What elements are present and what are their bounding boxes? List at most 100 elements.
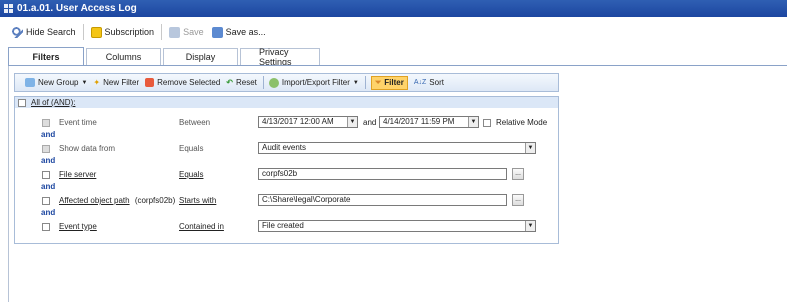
import-export-filter-button[interactable]: Import/Export Filter ▼: [268, 77, 359, 88]
save-as-icon: [211, 26, 223, 38]
floppy-disk-icon: [169, 26, 181, 38]
chevron-down-icon[interactable]: ▼: [525, 221, 535, 231]
remove-icon: [145, 78, 155, 87]
import-export-icon: [268, 77, 279, 88]
filter-row-event-time: Event time Between 4/13/2017 12:00 AM ▼ …: [15, 115, 560, 131]
row-checkbox[interactable]: [42, 223, 50, 231]
filter-field-link[interactable]: Affected object path: [59, 196, 130, 205]
chevron-down-icon: ▼: [352, 79, 359, 86]
save-as-label: Save as...: [225, 27, 266, 37]
window-title: 01.a.01. User Access Log: [17, 3, 137, 14]
file-server-value: corpfs02b: [262, 169, 298, 178]
event-type-select[interactable]: File created ▼: [258, 220, 536, 232]
filter-toolbar-divider: [262, 76, 264, 89]
date-to-input[interactable]: 4/14/2017 11:59 PM ▼: [379, 116, 479, 128]
star-icon: ✦: [93, 78, 101, 87]
chevron-down-icon[interactable]: ▼: [525, 143, 535, 153]
row-checkbox: [42, 145, 50, 153]
chevron-down-icon[interactable]: ▼: [347, 117, 357, 127]
save-as-button[interactable]: Save as...: [208, 25, 270, 40]
tab-privacy-settings[interactable]: Privacy Settings: [240, 47, 320, 67]
object-path-input[interactable]: C:\Share\legal\Corporate: [258, 194, 507, 206]
relative-mode-label: Relative Mode: [496, 118, 548, 127]
filter-toolbar: New Group ▼ ✦ New Filter Remove Selected…: [14, 73, 559, 92]
reset-button[interactable]: ↶ Reset: [226, 78, 257, 87]
browse-button[interactable]: ...: [512, 194, 524, 206]
chevron-down-icon: ▼: [81, 79, 88, 86]
tab-display[interactable]: Display: [163, 48, 238, 65]
sort-icon: A↓Z: [413, 79, 427, 86]
remove-selected-label: Remove Selected: [157, 78, 221, 87]
filter-field-suffix: (corpfs02b): [134, 196, 176, 205]
group-operator-link[interactable]: All of (AND):: [31, 98, 75, 107]
save-button[interactable]: Save: [165, 25, 208, 40]
filter-field: Event time: [59, 118, 97, 127]
window-titlebar: 01.a.01. User Access Log: [0, 0, 787, 17]
filter-label: Filter: [384, 78, 404, 87]
and-label: and: [41, 182, 56, 191]
filter-operator-link[interactable]: Equals: [179, 170, 203, 179]
toolbar-divider: [82, 24, 84, 40]
row-checkbox[interactable]: [42, 171, 50, 179]
browse-button[interactable]: ...: [512, 168, 524, 180]
filter-row-file-server: File server Equals corpfs02b ...: [15, 167, 560, 183]
tab-columns[interactable]: Columns: [86, 48, 161, 65]
subscription-button[interactable]: Subscription: [87, 25, 159, 40]
main-toolbar: Hide Search Subscription Save Save as...: [0, 21, 787, 43]
object-path-value: C:\Share\legal\Corporate: [262, 195, 351, 204]
filter-operator: Between: [179, 118, 211, 127]
chevron-down-icon[interactable]: ▼: [468, 117, 478, 127]
report-grid-icon: [4, 4, 13, 13]
filter-row-show-data-from: Show data from Equals Audit events ▼: [15, 141, 560, 157]
and-label: and: [41, 130, 56, 139]
group-header: All of (AND):: [15, 97, 558, 108]
reset-label: Reset: [236, 78, 257, 87]
relative-mode-checkbox[interactable]: [483, 119, 491, 127]
reset-icon: ↶: [226, 78, 233, 87]
data-source-select[interactable]: Audit events ▼: [258, 142, 536, 154]
filter-group-and: All of (AND): Event time Between 4/13/20…: [14, 96, 559, 244]
new-filter-button[interactable]: ✦ New Filter: [93, 78, 139, 87]
new-filter-label: New Filter: [103, 78, 140, 87]
subscription-label: Subscription: [104, 27, 155, 37]
tab-filters[interactable]: Filters: [8, 47, 84, 65]
sort-button[interactable]: A↓Z Sort: [414, 78, 444, 87]
new-group-label: New Group: [38, 78, 79, 87]
hide-search-label: Hide Search: [26, 27, 76, 37]
filter-operator: Equals: [179, 144, 204, 153]
save-label: Save: [183, 27, 204, 37]
row-checkbox: [42, 119, 50, 127]
data-source-value: Audit events: [262, 143, 307, 152]
sort-label: Sort: [429, 78, 444, 87]
between-joiner: and: [363, 118, 377, 127]
new-group-button[interactable]: New Group ▼: [25, 78, 87, 87]
filter-field-link[interactable]: File server: [59, 170, 96, 179]
funnel-icon: ⏷: [374, 77, 382, 87]
settings-tabs: Filters Columns Display Privacy Settings: [8, 47, 322, 67]
remove-selected-button[interactable]: Remove Selected: [145, 78, 220, 87]
filter-row-affected-object-path: Affected object path (corpfs02b) Starts …: [15, 193, 560, 209]
filter-toggle-button[interactable]: ⏷ Filter: [370, 75, 408, 90]
date-to-value: 4/14/2017 11:59 PM: [383, 117, 455, 126]
search-icon: [12, 26, 23, 38]
filter-field-group: Affected object path (corpfs02b): [59, 196, 175, 205]
date-from-value: 4/13/2017 12:00 AM: [262, 117, 334, 126]
row-checkbox[interactable]: [42, 197, 50, 205]
subscription-icon: [90, 26, 102, 38]
hide-search-button[interactable]: Hide Search: [8, 25, 80, 40]
filter-row-event-type: Event type Contained in File created ▼: [15, 219, 560, 235]
filter-operator-link[interactable]: Contained in: [179, 222, 224, 231]
date-from-input[interactable]: 4/13/2017 12:00 AM ▼: [258, 116, 358, 128]
file-server-input[interactable]: corpfs02b: [258, 168, 507, 180]
import-export-label: Import/Export Filter: [281, 78, 350, 87]
and-label: and: [41, 208, 56, 217]
event-type-value: File created: [262, 221, 304, 230]
and-label: and: [41, 156, 56, 165]
group-checkbox[interactable]: [18, 98, 26, 107]
filter-field: Show data from: [59, 144, 116, 153]
filter-field-link[interactable]: Event type: [59, 222, 97, 231]
filter-operator-link[interactable]: Starts with: [179, 196, 216, 205]
toolbar-divider: [161, 24, 163, 40]
filter-toolbar-divider: [364, 76, 366, 89]
new-group-icon: [25, 78, 35, 87]
